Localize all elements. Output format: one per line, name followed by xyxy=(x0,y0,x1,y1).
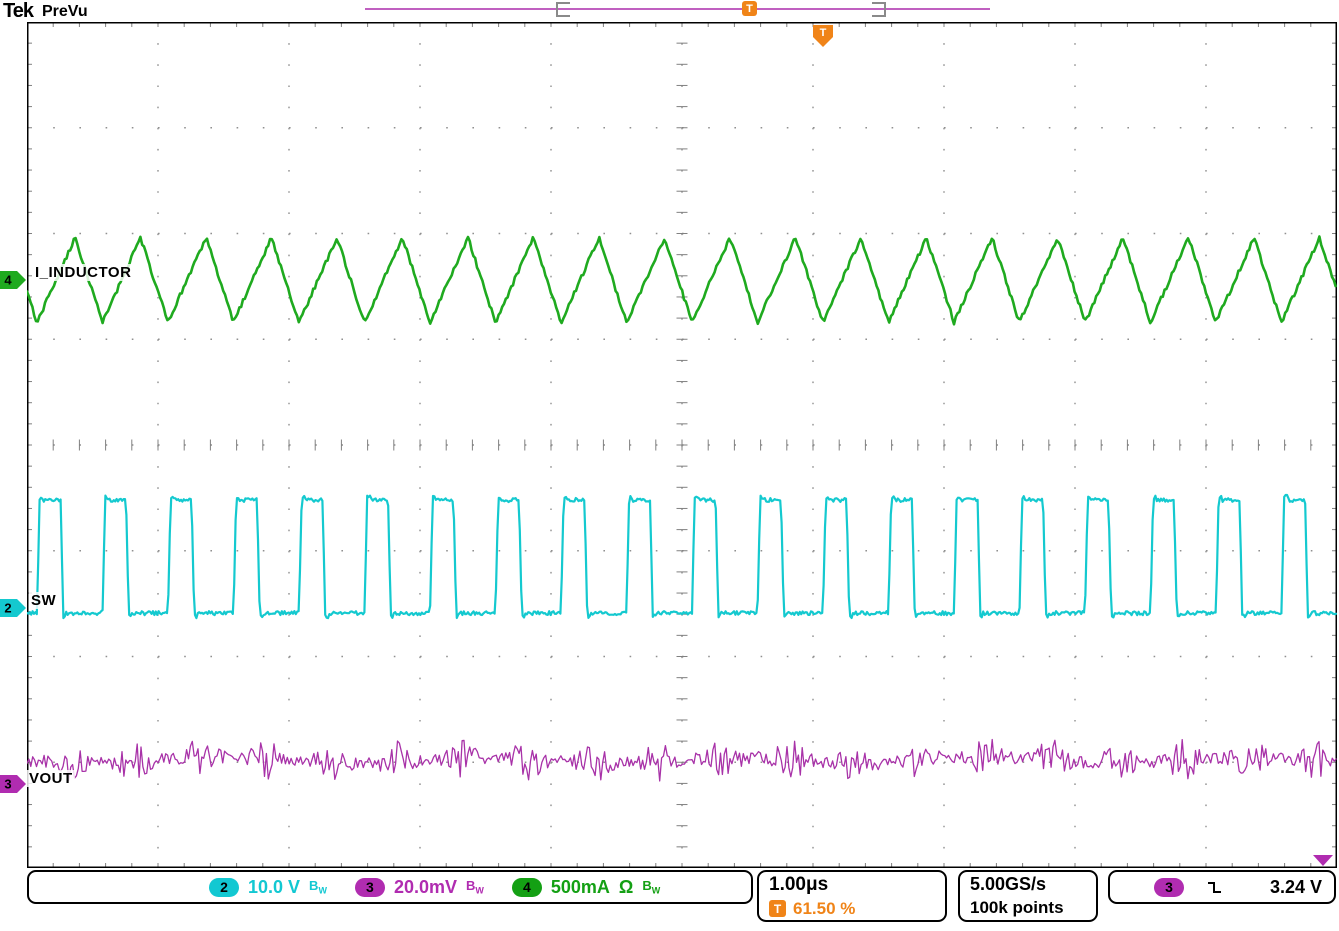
channel-4-marker[interactable]: 4 xyxy=(0,271,27,289)
tek-logo: Tek xyxy=(3,0,33,23)
record-view-trigger-letter: T xyxy=(746,3,753,15)
ch3-bandwidth-icon: BW xyxy=(466,878,484,896)
ch2-badge[interactable]: 2 xyxy=(209,878,239,897)
trigger-position-value: 61.50 % xyxy=(793,899,855,919)
timebase-trigger-box: 1.00μs T 61.50 % xyxy=(757,870,947,922)
ch4-readout: 4 500mA Ω BW xyxy=(512,877,660,898)
record-length-value: 100k points xyxy=(970,898,1096,918)
record-view-bar xyxy=(365,8,990,10)
channel-3-marker[interactable]: 3 xyxy=(0,775,27,793)
record-view-window-right-bracket xyxy=(872,2,886,17)
trigger-flag-letter: T xyxy=(820,27,827,39)
trace-label-sw: SW xyxy=(29,592,58,609)
ch4-badge[interactable]: 4 xyxy=(512,878,542,897)
acquisition-mode-label: PreVu xyxy=(42,3,88,21)
timebase-value: 1.00μs xyxy=(769,874,945,896)
ch4-scale: 500mA xyxy=(551,877,610,898)
trigger-level-offscreen-marker xyxy=(1312,854,1334,867)
ch4-impedance: Ω xyxy=(619,877,633,898)
trigger-slope-icon xyxy=(1206,879,1224,896)
trace-label-i-inductor: I_INDUCTOR xyxy=(33,264,133,281)
acquisition-box: 5.00GS/s 100k points xyxy=(958,870,1098,922)
svg-text:3: 3 xyxy=(4,777,11,792)
ch2-readout: 2 10.0 V BW xyxy=(209,877,327,898)
trigger-level-value: 3.24 V xyxy=(1270,877,1322,898)
waveform-display xyxy=(27,22,1337,868)
graticule xyxy=(27,22,1337,868)
channel-readouts-box: 2 10.0 V BW 3 20.0mV BW 4 500mA Ω BW xyxy=(27,870,753,904)
ch3-badge[interactable]: 3 xyxy=(355,878,385,897)
trigger-readout-box: 3 3.24 V xyxy=(1108,870,1336,904)
svg-text:4: 4 xyxy=(4,273,12,288)
trace-i_inductor xyxy=(27,237,1336,325)
ch3-scale: 20.0mV xyxy=(394,877,457,898)
sample-rate-value: 5.00GS/s xyxy=(970,874,1096,895)
trigger-source-badge[interactable]: 3 xyxy=(1154,878,1184,897)
ch2-bandwidth-icon: BW xyxy=(309,878,327,896)
trigger-position-flag[interactable]: T xyxy=(812,24,834,50)
channel-2-marker[interactable]: 2 xyxy=(0,599,27,617)
trigger-icon: T xyxy=(769,900,786,917)
trace-sw xyxy=(27,495,1336,618)
record-view-window-left-bracket xyxy=(556,2,570,17)
trace-vout xyxy=(27,740,1336,782)
ch3-readout: 3 20.0mV BW xyxy=(355,877,484,898)
ch2-scale: 10.0 V xyxy=(248,877,300,898)
record-view-trigger-marker[interactable]: T xyxy=(742,1,757,16)
svg-text:2: 2 xyxy=(4,601,11,616)
ch4-bandwidth-icon: BW xyxy=(642,878,660,896)
trace-label-vout: VOUT xyxy=(27,770,75,787)
